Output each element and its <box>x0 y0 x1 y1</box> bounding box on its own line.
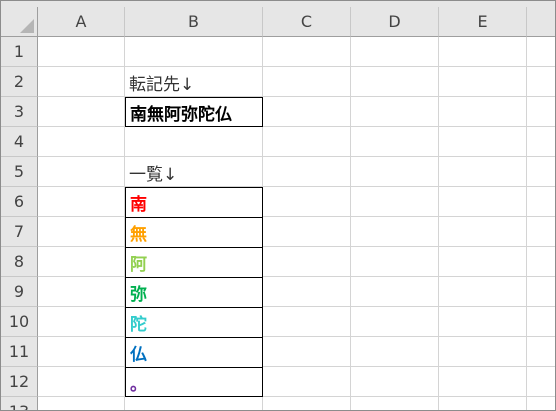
row-header-13[interactable]: 13 <box>1 397 38 410</box>
row-header-9[interactable]: 9 <box>1 277 38 307</box>
gridline <box>38 216 555 217</box>
column-header-b[interactable]: B <box>125 7 263 37</box>
gridline <box>38 246 555 247</box>
column-header-c[interactable]: C <box>263 7 351 37</box>
gridline <box>38 306 555 307</box>
column-header-e[interactable]: E <box>439 7 527 37</box>
gridline <box>38 186 555 187</box>
gridline <box>38 66 555 67</box>
select-all-triangle-icon <box>20 19 34 33</box>
row-header-3[interactable]: 3 <box>1 97 38 127</box>
gridline <box>38 336 555 337</box>
gridline <box>350 37 351 410</box>
column-header-f-partial[interactable] <box>527 7 555 37</box>
cell-b2[interactable]: 転記先↓ <box>125 67 263 97</box>
row-header-2[interactable]: 2 <box>1 67 38 97</box>
cell-b6[interactable]: 南 <box>125 187 263 218</box>
row-header-11[interactable]: 11 <box>1 337 38 367</box>
column-header-d[interactable]: D <box>351 7 439 37</box>
gridline <box>38 276 555 277</box>
cell-b10[interactable]: 陀 <box>125 307 263 338</box>
row-header-1[interactable]: 1 <box>1 37 38 67</box>
cell-b3[interactable]: 南無阿弥陀仏 <box>125 97 263 127</box>
gridline <box>526 37 527 410</box>
row-header-10[interactable]: 10 <box>1 307 38 337</box>
cell-b8[interactable]: 阿 <box>125 247 263 278</box>
gridline <box>38 396 555 397</box>
row-header-12[interactable]: 12 <box>1 367 38 397</box>
cell-b5[interactable]: 一覧↓ <box>125 157 263 187</box>
cell-b7[interactable]: 無 <box>125 217 263 248</box>
row-header-5[interactable]: 5 <box>1 157 38 187</box>
row-header-4[interactable]: 4 <box>1 127 38 157</box>
row-header-7[interactable]: 7 <box>1 217 38 247</box>
column-header-a[interactable]: A <box>38 7 125 37</box>
gridline <box>38 96 555 97</box>
cell-b12[interactable]: 。 <box>125 367 263 397</box>
gridline <box>38 126 555 127</box>
cell-b11[interactable]: 仏 <box>125 337 263 368</box>
row-header-8[interactable]: 8 <box>1 247 38 277</box>
gridline <box>38 156 555 157</box>
select-all-corner[interactable] <box>1 7 38 37</box>
spreadsheet-grid: A B C D E 1 2 3 4 5 6 7 8 9 10 11 12 13 … <box>0 0 556 411</box>
cell-b9[interactable]: 弥 <box>125 277 263 308</box>
gridline <box>438 37 439 410</box>
gridline <box>38 366 555 367</box>
row-header-6[interactable]: 6 <box>1 187 38 217</box>
